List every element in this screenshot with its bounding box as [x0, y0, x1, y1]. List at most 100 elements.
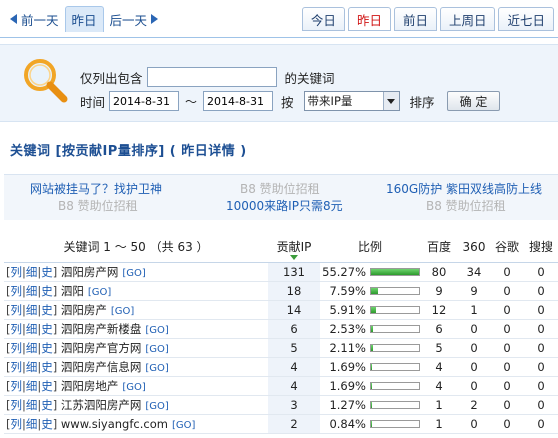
- ratio-bar: [370, 344, 420, 352]
- keyword-filter-input[interactable]: [146, 67, 277, 87]
- history-link[interactable]: 史: [41, 398, 53, 412]
- keyword-text[interactable]: 泗阳房产官方网: [61, 341, 142, 355]
- go-link[interactable]: [GO]: [122, 268, 145, 279]
- go-link[interactable]: [GO]: [145, 325, 168, 336]
- keyword-text[interactable]: 泗阳房产网: [61, 265, 119, 279]
- current-day-tab[interactable]: 昨日: [64, 6, 104, 32]
- prev-day-label: 前一天: [21, 12, 59, 28]
- by-label: 按: [281, 94, 294, 110]
- bracket: ]: [52, 264, 58, 279]
- bracket: ]: [52, 340, 58, 355]
- keyword-text[interactable]: 泗阳房产信息网: [61, 360, 142, 374]
- keyword-cell: [列|细|史] 江苏泗阳房产网 [GO]: [4, 395, 268, 415]
- detail-link[interactable]: 细: [26, 265, 38, 279]
- detail-link[interactable]: 细: [26, 398, 38, 412]
- s360-label: 360: [462, 239, 486, 254]
- baidu-cell: 1: [420, 414, 458, 434]
- col-360-header[interactable]: 360: [458, 232, 490, 263]
- list-link[interactable]: 列: [11, 303, 23, 317]
- col-baidu-header[interactable]: 百度: [420, 232, 458, 263]
- list-link[interactable]: 列: [11, 322, 23, 336]
- go-link[interactable]: [GO]: [88, 287, 111, 298]
- keyword-text[interactable]: 泗阳房地产: [61, 379, 119, 393]
- ratio-bar-fill: [371, 307, 376, 313]
- detail-link[interactable]: 细: [26, 417, 38, 431]
- ad-placeholder[interactable]: B8 赞助位招租: [58, 197, 138, 214]
- ad-link[interactable]: 网站被挂马了？找护卫神: [30, 180, 162, 197]
- col-contrib-ip-header[interactable]: 贡献IP: [268, 232, 320, 263]
- arrow-right-icon: [151, 14, 159, 24]
- list-link[interactable]: 列: [11, 379, 23, 393]
- ad-link[interactable]: 160G防护 紫田双线高防上线: [386, 180, 542, 197]
- date-to-input[interactable]: [203, 91, 274, 111]
- next-day-button[interactable]: 后一天: [104, 7, 165, 31]
- detail-link[interactable]: 细: [26, 322, 38, 336]
- chevron-down-icon[interactable]: [382, 92, 399, 110]
- detail-link[interactable]: 细: [26, 379, 38, 393]
- history-link[interactable]: 史: [41, 322, 53, 336]
- keyword-text[interactable]: 泗阳房产: [61, 303, 107, 317]
- go-link[interactable]: [GO]: [122, 382, 145, 393]
- ad-placeholder[interactable]: B8 赞助位招租: [240, 180, 320, 197]
- tab-day-before[interactable]: 前日: [393, 7, 437, 31]
- keyword-cell: [列|细|史] 泗阳房产 [GO]: [4, 300, 268, 320]
- prev-day-button[interactable]: 前一天: [4, 7, 65, 31]
- col-ratio-header[interactable]: 比例: [320, 232, 420, 263]
- go-link[interactable]: [GO]: [145, 401, 168, 412]
- keyword-text[interactable]: 泗阳房产新楼盘: [61, 322, 142, 336]
- keyword-table: 关键词 1 ～ 50 （共 63 ） 贡献IP 比例 百度 360 谷歌 搜搜 …: [4, 232, 558, 434]
- go-link[interactable]: [GO]: [111, 306, 134, 317]
- sort-desc-icon: [290, 254, 298, 260]
- detail-link[interactable]: 细: [26, 284, 38, 298]
- tab-last-seven-days[interactable]: 近七日: [498, 7, 554, 31]
- filter-panel: 仅列出包含 的关键词 时间 ～ 按 带来IP量 排序 确 定: [0, 44, 558, 122]
- list-link[interactable]: 列: [11, 284, 23, 298]
- ratio-bar-fill: [371, 383, 372, 389]
- detail-link[interactable]: 细: [26, 341, 38, 355]
- history-link[interactable]: 史: [41, 341, 53, 355]
- ratio-cell: 1.69%: [320, 357, 420, 377]
- table-row: [列|细|史] www.siyangfc.com [GO] 2 0.84% 1 0 0 0: [4, 414, 558, 434]
- magnifier-icon: [24, 59, 68, 103]
- history-link[interactable]: 史: [41, 284, 53, 298]
- ratio-bar-fill: [371, 326, 373, 332]
- sogou-cell: 0: [524, 319, 558, 339]
- ratio-cell: 7.59%: [320, 281, 420, 301]
- go-link[interactable]: [GO]: [145, 363, 168, 374]
- date-from-input[interactable]: [109, 91, 180, 111]
- sogou-cell: 0: [524, 376, 558, 396]
- only-include-label: 仅列出包含: [80, 70, 143, 86]
- sort-field-select[interactable]: 带来IP量: [303, 91, 400, 111]
- list-link[interactable]: 列: [11, 265, 23, 279]
- col-sogou-header[interactable]: 搜搜: [524, 232, 558, 263]
- detail-link[interactable]: 细: [26, 360, 38, 374]
- ratio-text: 55.27%: [322, 264, 366, 279]
- ratio-bar: [370, 382, 420, 390]
- tab-last-week-day[interactable]: 上周日: [439, 7, 496, 31]
- keyword-cell: [列|细|史] www.siyangfc.com [GO]: [4, 414, 268, 434]
- col-google-header[interactable]: 谷歌: [490, 232, 524, 263]
- history-link[interactable]: 史: [41, 360, 53, 374]
- list-link[interactable]: 列: [11, 398, 23, 412]
- detail-link[interactable]: 细: [26, 303, 38, 317]
- confirm-button[interactable]: 确 定: [446, 91, 501, 111]
- table-row: [列|细|史] 泗阳房产 [GO] 14 5.91% 12 1 0 0: [4, 300, 558, 320]
- sort-field-value: 带来IP量: [307, 94, 353, 108]
- tab-today[interactable]: 今日: [301, 7, 345, 31]
- list-link[interactable]: 列: [11, 360, 23, 374]
- keyword-text[interactable]: www.siyangfc.com: [61, 417, 168, 431]
- keyword-text[interactable]: 江苏泗阳房产网: [61, 398, 142, 412]
- keyword-text[interactable]: 泗阳: [61, 284, 84, 298]
- history-link[interactable]: 史: [41, 417, 53, 431]
- s360-cell: 0: [458, 357, 490, 377]
- history-link[interactable]: 史: [41, 265, 53, 279]
- list-link[interactable]: 列: [11, 417, 23, 431]
- go-link[interactable]: [GO]: [172, 420, 195, 431]
- list-link[interactable]: 列: [11, 341, 23, 355]
- history-link[interactable]: 史: [41, 379, 53, 393]
- tab-yesterday[interactable]: 昨日: [347, 7, 391, 31]
- history-link[interactable]: 史: [41, 303, 53, 317]
- ad-placeholder[interactable]: B8 赞助位招租: [426, 197, 506, 214]
- ad-link[interactable]: 10000来路IP只需8元: [226, 197, 343, 214]
- go-link[interactable]: [GO]: [145, 344, 168, 355]
